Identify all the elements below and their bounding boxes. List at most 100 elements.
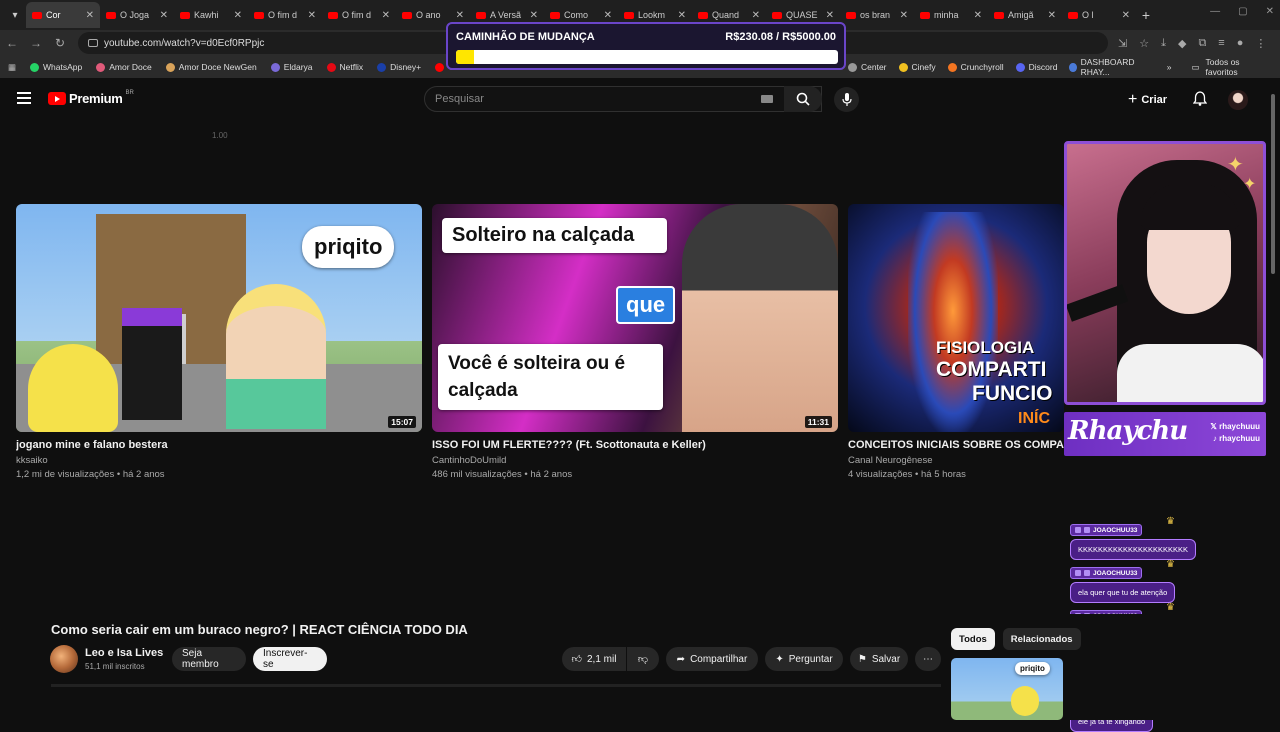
bookmark-item[interactable]: Center bbox=[848, 62, 887, 72]
browser-tab[interactable]: O l ✕ bbox=[1062, 2, 1136, 28]
download-icon[interactable]: ⤓ bbox=[1161, 37, 1166, 50]
media-controls-icon[interactable]: ≡ bbox=[1218, 37, 1224, 50]
maximize-icon[interactable]: ▢ bbox=[1238, 6, 1247, 17]
account-avatar[interactable] bbox=[1228, 90, 1248, 110]
video-thumbnail[interactable]: Solteiro na calçada que Você é solteira … bbox=[432, 204, 838, 432]
more-actions-button[interactable]: ⋯ bbox=[915, 647, 941, 671]
back-icon[interactable]: ← bbox=[0, 36, 24, 50]
thumbs-down-icon: 👎︎ bbox=[637, 654, 649, 665]
video-thumbnail[interactable]: priqito 15:07 bbox=[16, 204, 422, 432]
extensions-puzzle-icon[interactable]: ⧉ bbox=[1198, 37, 1206, 50]
bookmark-star-icon[interactable]: ☆ bbox=[1139, 37, 1149, 50]
create-button[interactable]: + Criar bbox=[1128, 91, 1167, 109]
browser-tab[interactable]: Kawhi ✕ bbox=[174, 2, 248, 28]
extension-icon[interactable]: ◆ bbox=[1178, 37, 1186, 50]
video-channel[interactable]: Canal Neurogênese bbox=[848, 455, 1064, 466]
bookmark-item[interactable]: Disney+ bbox=[377, 62, 421, 72]
close-tab-icon[interactable]: ✕ bbox=[604, 10, 612, 21]
ask-button[interactable]: ✦ Perguntar bbox=[765, 647, 843, 671]
related-filter-chips: Todos Relacionados bbox=[951, 628, 1081, 650]
close-tab-icon[interactable]: ✕ bbox=[826, 10, 834, 21]
close-tab-icon[interactable]: ✕ bbox=[900, 10, 908, 21]
channel-name[interactable]: Leo e Isa Lives bbox=[85, 647, 163, 659]
browser-tab[interactable]: minha ✕ bbox=[914, 2, 988, 28]
reload-icon[interactable]: ↻ bbox=[48, 36, 72, 50]
forward-icon[interactable]: → bbox=[24, 36, 48, 50]
bookmark-item[interactable]: Amor Doce NewGen bbox=[165, 62, 257, 72]
bookmark-item[interactable]: Cinefy bbox=[898, 62, 936, 72]
tab-label: Lookm bbox=[638, 10, 666, 20]
notifications-button[interactable] bbox=[1192, 91, 1208, 111]
thumbnail-text-2: COMPARTI bbox=[936, 358, 1047, 381]
bookmark-item[interactable]: DASHBOARD RHAY... bbox=[1069, 57, 1148, 77]
close-tab-icon[interactable]: ✕ bbox=[456, 10, 464, 21]
youtube-premium-logo[interactable]: Premium BR bbox=[48, 90, 134, 106]
video-title[interactable]: jogano mine e falano bestera bbox=[16, 439, 422, 451]
related-video-thumbnail[interactable]: priqito bbox=[951, 658, 1063, 720]
browser-tab[interactable]: O Joga ✕ bbox=[100, 2, 174, 28]
browser-tab[interactable]: os bran ✕ bbox=[840, 2, 914, 28]
close-tab-icon[interactable]: ✕ bbox=[86, 10, 94, 21]
share-button[interactable]: ➦ Compartilhar bbox=[666, 647, 758, 671]
youtube-favicon-icon bbox=[698, 11, 708, 19]
close-tab-icon[interactable]: ✕ bbox=[234, 10, 242, 21]
close-tab-icon[interactable]: ✕ bbox=[382, 10, 390, 21]
end-screen-video-card[interactable]: Solteiro na calçada que Você é solteira … bbox=[432, 204, 838, 480]
bookmark-favicon-icon bbox=[96, 62, 106, 72]
bookmark-item[interactable]: WhatsApp bbox=[30, 62, 82, 72]
close-tab-icon[interactable]: ✕ bbox=[160, 10, 168, 21]
browser-tab[interactable]: O fim d ✕ bbox=[322, 2, 396, 28]
voice-search-button[interactable] bbox=[834, 87, 859, 112]
end-screen-video-card[interactable]: FISIOLOGIA COMPARTI FUNCIO INÍC CONCEITO… bbox=[848, 204, 1064, 480]
video-title[interactable]: ISSO FOI UM FLERTE???? (Ft. Scottonauta … bbox=[432, 439, 838, 451]
close-tab-icon[interactable]: ✕ bbox=[752, 10, 760, 21]
apps-grid-icon[interactable]: ▦ bbox=[8, 62, 16, 73]
install-app-icon[interactable]: ⇲ bbox=[1118, 37, 1127, 50]
close-tab-icon[interactable]: ✕ bbox=[308, 10, 316, 21]
browser-tab[interactable]: Cor ✕ bbox=[26, 2, 100, 28]
keyboard-icon[interactable] bbox=[761, 95, 773, 103]
hamburger-menu-icon[interactable] bbox=[17, 92, 31, 104]
close-tab-icon[interactable]: ✕ bbox=[1122, 10, 1130, 21]
browser-tab[interactable]: O fim d ✕ bbox=[248, 2, 322, 28]
all-favorites-link[interactable]: Todos os favoritos bbox=[1206, 57, 1270, 77]
dislike-button[interactable]: 👎︎ bbox=[627, 647, 659, 671]
video-channel[interactable]: kksaiko bbox=[16, 455, 422, 466]
bookmark-item[interactable]: Crunchyroll bbox=[947, 62, 1004, 72]
chip-relacionados[interactable]: Relacionados bbox=[1002, 628, 1081, 650]
video-channel[interactable]: CantinhoDoUmild bbox=[432, 455, 838, 466]
search-button[interactable] bbox=[784, 86, 822, 112]
browser-tab[interactable]: Amigã ✕ bbox=[988, 2, 1062, 28]
bookmark-item[interactable]: Discord bbox=[1015, 62, 1057, 72]
tab-search-chevron-icon[interactable]: ▾ bbox=[4, 4, 26, 26]
chat-username-tag: JOAOCHUU33 bbox=[1070, 524, 1143, 536]
more-bookmarks-icon[interactable]: » bbox=[1167, 62, 1172, 72]
chip-todos[interactable]: Todos bbox=[951, 628, 995, 650]
bookmark-item[interactable]: Netflix bbox=[326, 62, 363, 72]
channel-avatar[interactable] bbox=[50, 645, 78, 673]
end-screen-video-card[interactable]: priqito 15:07 jogano mine e falano beste… bbox=[16, 204, 422, 480]
bookmark-item[interactable]: Eldarya bbox=[270, 62, 313, 72]
bookmark-item[interactable]: Amor Doce bbox=[96, 62, 152, 72]
close-tab-icon[interactable]: ✕ bbox=[678, 10, 686, 21]
video-title[interactable]: CONCEITOS INICIAIS SOBRE OS COMPARTI bbox=[848, 439, 1064, 451]
browser-menu-icon[interactable]: ⋮ bbox=[1255, 37, 1266, 50]
profile-icon[interactable]: ● bbox=[1237, 37, 1244, 50]
page-scrollbar[interactable] bbox=[1270, 86, 1276, 686]
close-tab-icon[interactable]: ✕ bbox=[530, 10, 538, 21]
search-input[interactable] bbox=[435, 93, 735, 105]
new-tab-button[interactable]: + bbox=[1136, 7, 1156, 23]
join-button[interactable]: Seja membro bbox=[172, 647, 246, 671]
site-info-icon[interactable] bbox=[88, 39, 98, 47]
close-window-icon[interactable]: ✕ bbox=[1266, 6, 1274, 17]
bookmark-favicon-icon bbox=[30, 62, 40, 72]
close-tab-icon[interactable]: ✕ bbox=[1048, 10, 1056, 21]
video-thumbnail[interactable]: FISIOLOGIA COMPARTI FUNCIO INÍC bbox=[848, 204, 1064, 432]
like-button[interactable]: 👍︎ 2,1 mil bbox=[562, 647, 626, 671]
save-button[interactable]: ⚑ Salvar bbox=[850, 647, 908, 671]
bookmark-favicon-icon bbox=[1069, 62, 1077, 72]
close-tab-icon[interactable]: ✕ bbox=[974, 10, 982, 21]
subscribe-button[interactable]: Inscrever-se bbox=[253, 647, 327, 671]
scrollbar-thumb[interactable] bbox=[1271, 94, 1275, 274]
minimize-icon[interactable]: — bbox=[1210, 6, 1220, 17]
